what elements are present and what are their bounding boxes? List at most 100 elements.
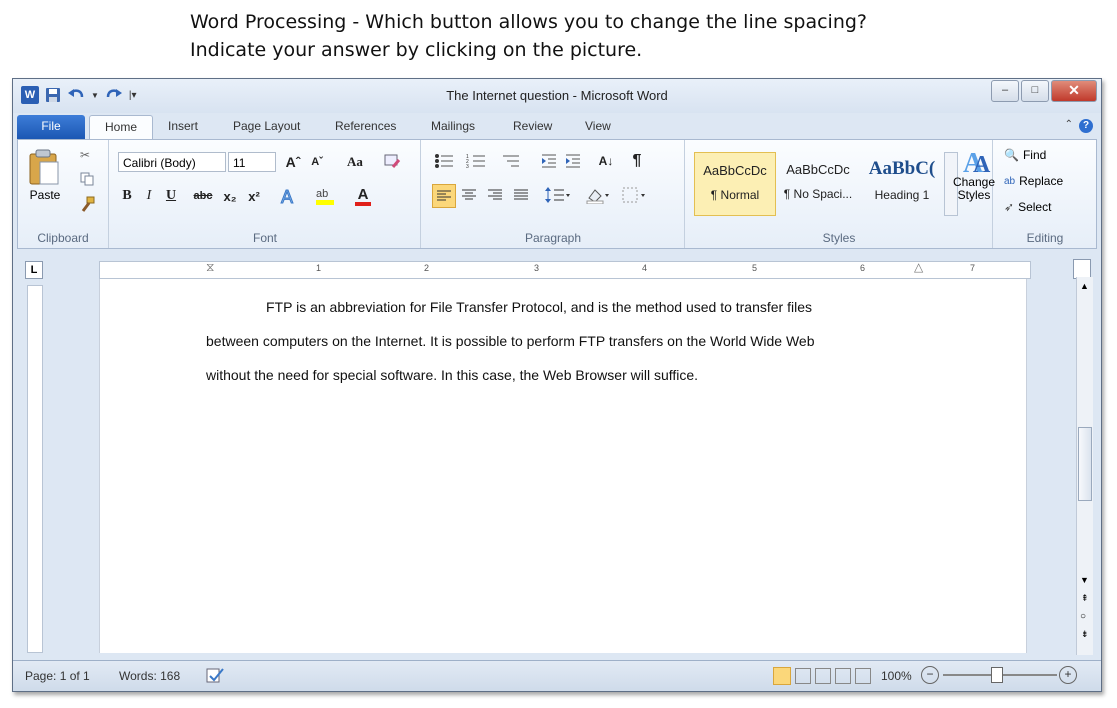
shrink-font-button[interactable]: Aˇ <box>306 152 328 172</box>
page-count[interactable]: Page: 1 of 1 <box>25 669 90 683</box>
style-normal[interactable]: AaBbCcDc ¶ Normal <box>694 152 776 216</box>
increase-indent-icon[interactable] <box>562 150 584 172</box>
svg-text:ab: ab <box>316 188 328 200</box>
text-effects-icon[interactable]: A <box>276 184 302 208</box>
zoom-slider-thumb[interactable] <box>991 667 1003 683</box>
draft-icon[interactable] <box>855 668 871 684</box>
numbering-icon[interactable]: 123 <box>462 150 490 172</box>
borders-icon[interactable] <box>618 184 650 206</box>
tab-selector-icon[interactable]: L <box>25 261 43 279</box>
word-count[interactable]: Words: 168 <box>119 669 180 683</box>
find-button[interactable]: 🔍 Find <box>1004 148 1046 162</box>
align-right-icon[interactable] <box>484 184 506 206</box>
paragraph-group: 123 A↓ ¶ Paragraph <box>422 140 685 248</box>
window-controls: – □ ✕ <box>991 80 1097 102</box>
multilevel-list-icon[interactable] <box>494 150 528 172</box>
change-case-button[interactable]: Aa <box>340 152 370 172</box>
clear-formatting-icon[interactable] <box>380 150 404 174</box>
justify-icon[interactable] <box>510 184 532 206</box>
superscript-button[interactable]: x² <box>244 186 264 206</box>
align-center-icon[interactable] <box>458 184 480 206</box>
change-styles-button[interactable]: AA <box>960 144 994 176</box>
strikethrough-button[interactable]: abc <box>190 186 216 206</box>
scroll-down-icon[interactable]: ▼ <box>1080 575 1089 585</box>
bold-button[interactable]: B <box>118 186 136 206</box>
shading-icon[interactable] <box>582 184 614 206</box>
sort-button[interactable]: A↓ <box>594 150 618 172</box>
font-group-label: Font <box>252 231 277 245</box>
editing-group: 🔍 Find ab Replace ➶ Select Editing <box>994 140 1096 248</box>
full-screen-reading-icon[interactable] <box>795 668 811 684</box>
help-icon[interactable]: ? <box>1079 119 1093 133</box>
web-layout-icon[interactable] <box>815 668 831 684</box>
scrollbar-thumb[interactable] <box>1078 427 1092 501</box>
tab-review[interactable]: Review <box>513 119 552 133</box>
grow-font-button[interactable]: Aˆ <box>282 152 304 172</box>
style-normal-label: ¶ Normal <box>710 188 760 202</box>
format-painter-icon[interactable] <box>80 196 96 212</box>
view-ruler-icon[interactable] <box>1073 259 1091 279</box>
decrease-indent-icon[interactable] <box>538 150 560 172</box>
cut-icon[interactable]: ✂ <box>80 148 90 162</box>
editing-group-label: Editing <box>1026 231 1064 245</box>
line-spacing-icon[interactable] <box>542 184 572 206</box>
style-no-spacing[interactable]: AaBbCcDc ¶ No Spaci... <box>778 152 858 214</box>
tab-mailings[interactable]: Mailings <box>431 119 475 133</box>
subscript-button[interactable]: x₂ <box>220 186 240 206</box>
zoom-level[interactable]: 100% <box>881 669 912 683</box>
left-indent-marker-icon[interactable]: ⧖ <box>206 260 214 275</box>
tab-view[interactable]: View <box>585 119 611 133</box>
next-page-icon[interactable]: ⇟ <box>1081 629 1089 640</box>
font-color-button[interactable]: A <box>350 186 376 208</box>
question-text: Word Processing - Which button allows yo… <box>190 8 867 64</box>
maximize-button[interactable]: □ <box>1021 80 1049 102</box>
show-hide-button[interactable]: ¶ <box>626 150 648 172</box>
tab-page-layout[interactable]: Page Layout <box>233 119 300 133</box>
replace-button[interactable]: ab Replace <box>1004 174 1063 188</box>
italic-button[interactable]: I <box>140 186 158 206</box>
ruler-number: 6 <box>860 263 866 273</box>
close-button[interactable]: ✕ <box>1051 80 1097 102</box>
paste-button[interactable]: Paste <box>26 148 64 214</box>
style-heading-1[interactable]: AaBbC( Heading 1 <box>862 152 942 214</box>
vertical-ruler[interactable] <box>27 285 43 653</box>
zoom-in-icon[interactable]: + <box>1059 666 1077 684</box>
select-icon: ➶ <box>1004 200 1015 214</box>
tab-insert[interactable]: Insert <box>168 119 198 133</box>
svg-text:3: 3 <box>466 164 469 169</box>
align-left-icon[interactable] <box>432 184 456 208</box>
font-name-combo[interactable]: Calibri (Body) <box>118 152 226 172</box>
proofing-icon[interactable] <box>205 666 225 684</box>
vertical-scrollbar[interactable]: ▲ ▼ ⇞ ○ ⇟ <box>1076 277 1093 655</box>
font-size-combo[interactable]: 11 <box>228 152 276 172</box>
minimize-button[interactable]: – <box>991 80 1019 102</box>
tab-references[interactable]: References <box>335 119 396 133</box>
zoom-out-icon[interactable]: − <box>921 666 939 684</box>
ruler-number: 5 <box>752 263 758 273</box>
bullets-icon[interactable] <box>430 150 458 172</box>
scroll-up-icon[interactable]: ▲ <box>1080 281 1089 291</box>
svg-text:A: A <box>281 187 293 207</box>
style-heading-1-preview: AaBbC( <box>868 158 936 179</box>
styles-group-label: Styles <box>822 231 856 245</box>
minimize-ribbon-icon[interactable]: ⌃ <box>1065 119 1073 130</box>
tab-home[interactable]: Home <box>89 115 153 139</box>
browse-object-icon[interactable]: ○ <box>1080 611 1086 622</box>
select-button[interactable]: ➶ Select <box>1004 200 1051 214</box>
horizontal-ruler[interactable]: 1 2 3 4 5 6 7 ⧖ △ <box>99 260 1031 279</box>
font-color-swatch-icon <box>355 202 371 206</box>
highlight-color-icon[interactable]: ab <box>312 184 340 208</box>
outline-icon[interactable] <box>835 668 851 684</box>
change-styles-label: Change Styles <box>952 175 996 202</box>
style-no-spacing-label: ¶ No Spaci... <box>783 187 853 201</box>
find-icon: 🔍 <box>1004 148 1019 162</box>
print-layout-icon[interactable] <box>773 667 791 685</box>
document-page[interactable]: FTP is an abbreviation for File Transfer… <box>99 279 1027 653</box>
previous-page-icon[interactable]: ⇞ <box>1081 593 1089 604</box>
copy-icon[interactable] <box>80 172 94 186</box>
tab-file[interactable]: File <box>17 115 85 139</box>
underline-button[interactable]: U <box>162 186 180 206</box>
right-indent-marker-icon[interactable]: △ <box>914 260 923 274</box>
style-heading-1-label: Heading 1 <box>874 188 930 202</box>
window-title: The Internet question - Microsoft Word <box>446 88 668 103</box>
